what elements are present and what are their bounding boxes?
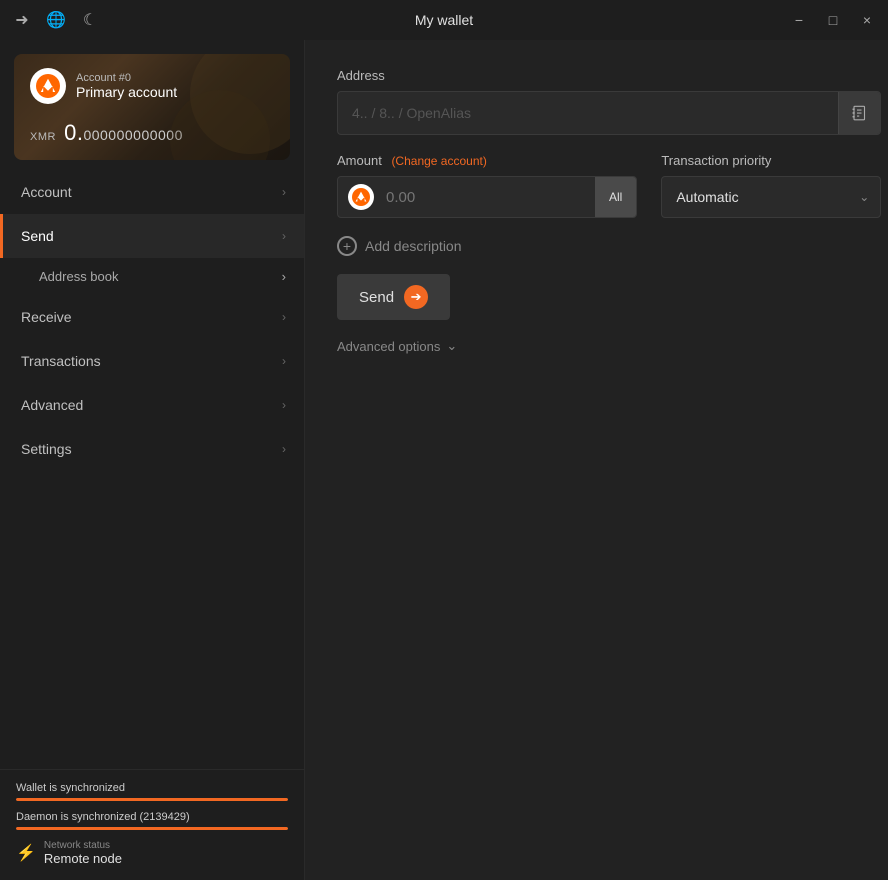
balance-integer: 0. [64, 120, 83, 145]
maximize-button[interactable]: □ [824, 11, 842, 29]
advanced-label: Advanced [21, 397, 83, 413]
sidebar-item-account[interactable]: Account › [0, 170, 304, 214]
close-button[interactable]: × [858, 11, 876, 29]
lightning-icon: ⚡ [16, 843, 36, 863]
address-book-label: Address book [39, 269, 119, 284]
all-button[interactable]: All [595, 177, 636, 217]
amount-priority-row: Amount (Change account) All Transaction … [337, 153, 881, 218]
amount-label: Amount (Change account) [337, 153, 637, 168]
sidebar-item-address-book[interactable]: Address book › [0, 258, 304, 295]
titlebar-left: ➜ 🌐 ☾ [12, 10, 100, 30]
wallet-sync-label: Wallet is synchronized [16, 782, 288, 794]
add-description-row[interactable]: + Add description [337, 236, 881, 256]
chevron-right-icon: › [282, 442, 286, 456]
advanced-options-label: Advanced options [337, 339, 440, 354]
chevron-right-icon: › [282, 354, 286, 368]
moon-icon[interactable]: ☾ [80, 10, 100, 30]
window-controls: − □ × [790, 11, 876, 29]
arrow-icon[interactable]: ➜ [12, 10, 32, 30]
network-status: ⚡ Network status Remote node [16, 840, 288, 866]
globe-icon[interactable]: 🌐 [46, 10, 66, 30]
change-account-link[interactable]: (Change account) [391, 154, 486, 168]
priority-section: Transaction priority Automatic Unimporta… [661, 153, 881, 218]
monero-logo [30, 68, 66, 104]
address-label: Address [337, 68, 881, 83]
address-book-button[interactable] [838, 92, 880, 134]
send-label: Send [21, 228, 54, 244]
content-area: Address [305, 40, 888, 880]
receive-label: Receive [21, 309, 72, 325]
address-input[interactable] [338, 95, 838, 131]
settings-label: Settings [21, 441, 72, 457]
priority-select[interactable]: Automatic Unimportant Normal Elevated Pr… [661, 176, 881, 218]
plus-circle-icon: + [337, 236, 357, 256]
account-label: Account [21, 184, 72, 200]
sidebar-item-transactions[interactable]: Transactions › [0, 339, 304, 383]
network-value: Remote node [44, 851, 122, 866]
send-button[interactable]: Send ➔ [337, 274, 450, 320]
chevron-right-icon: › [282, 398, 286, 412]
amount-input-wrapper: All [337, 176, 637, 218]
account-balance: XMR 0.000000000000 [30, 120, 274, 146]
wallet-sync-bar [16, 798, 288, 801]
network-info: Network status Remote node [44, 840, 122, 866]
amount-input[interactable] [376, 189, 595, 206]
sidebar-item-settings[interactable]: Settings › [0, 427, 304, 471]
chevron-right-icon: › [282, 185, 286, 199]
add-description-label: Add description [365, 238, 462, 254]
account-name: Primary account [76, 84, 177, 100]
amount-section: Amount (Change account) All [337, 153, 637, 218]
window-title: My wallet [415, 12, 473, 28]
address-input-wrapper [337, 91, 881, 135]
currency-label: XMR [30, 131, 56, 143]
send-arrow-icon: ➔ [404, 285, 428, 309]
transactions-label: Transactions [21, 353, 101, 369]
account-info: Account #0 Primary account [76, 72, 177, 100]
chevron-down-icon: ⌄ [446, 338, 457, 354]
sidebar-item-send[interactable]: Send › [0, 214, 304, 258]
chevron-right-icon: › [282, 269, 286, 284]
sidebar-item-receive[interactable]: Receive › [0, 295, 304, 339]
balance-decimal: 000000000000 [83, 127, 182, 143]
sidebar: Account #0 Primary account XMR 0.0000000… [0, 40, 305, 880]
nav-section: Account › Send › Address book › Receive … [0, 170, 304, 769]
account-number: Account #0 [76, 72, 177, 84]
network-status-label: Network status [44, 840, 122, 851]
main-layout: Account #0 Primary account XMR 0.0000000… [0, 40, 888, 880]
titlebar: ➜ 🌐 ☾ My wallet − □ × [0, 0, 888, 40]
priority-label: Transaction priority [661, 153, 881, 168]
send-button-label: Send [359, 289, 394, 306]
daemon-sync-fill [16, 827, 288, 830]
sidebar-item-advanced[interactable]: Advanced › [0, 383, 304, 427]
priority-wrapper: Automatic Unimportant Normal Elevated Pr… [661, 176, 881, 218]
daemon-sync-label: Daemon is synchronized (2139429) [16, 811, 288, 823]
account-header: Account #0 Primary account [30, 68, 274, 104]
chevron-right-icon: › [282, 229, 286, 243]
monero-logo-small [348, 184, 374, 210]
advanced-options-toggle[interactable]: Advanced options ⌄ [337, 338, 881, 354]
chevron-right-icon: › [282, 310, 286, 324]
minimize-button[interactable]: − [790, 11, 808, 29]
daemon-sync-bar [16, 827, 288, 830]
wallet-sync-fill [16, 798, 288, 801]
account-card: Account #0 Primary account XMR 0.0000000… [14, 54, 290, 160]
sidebar-footer: Wallet is synchronized Daemon is synchro… [0, 769, 304, 880]
address-field-section: Address [337, 68, 881, 135]
